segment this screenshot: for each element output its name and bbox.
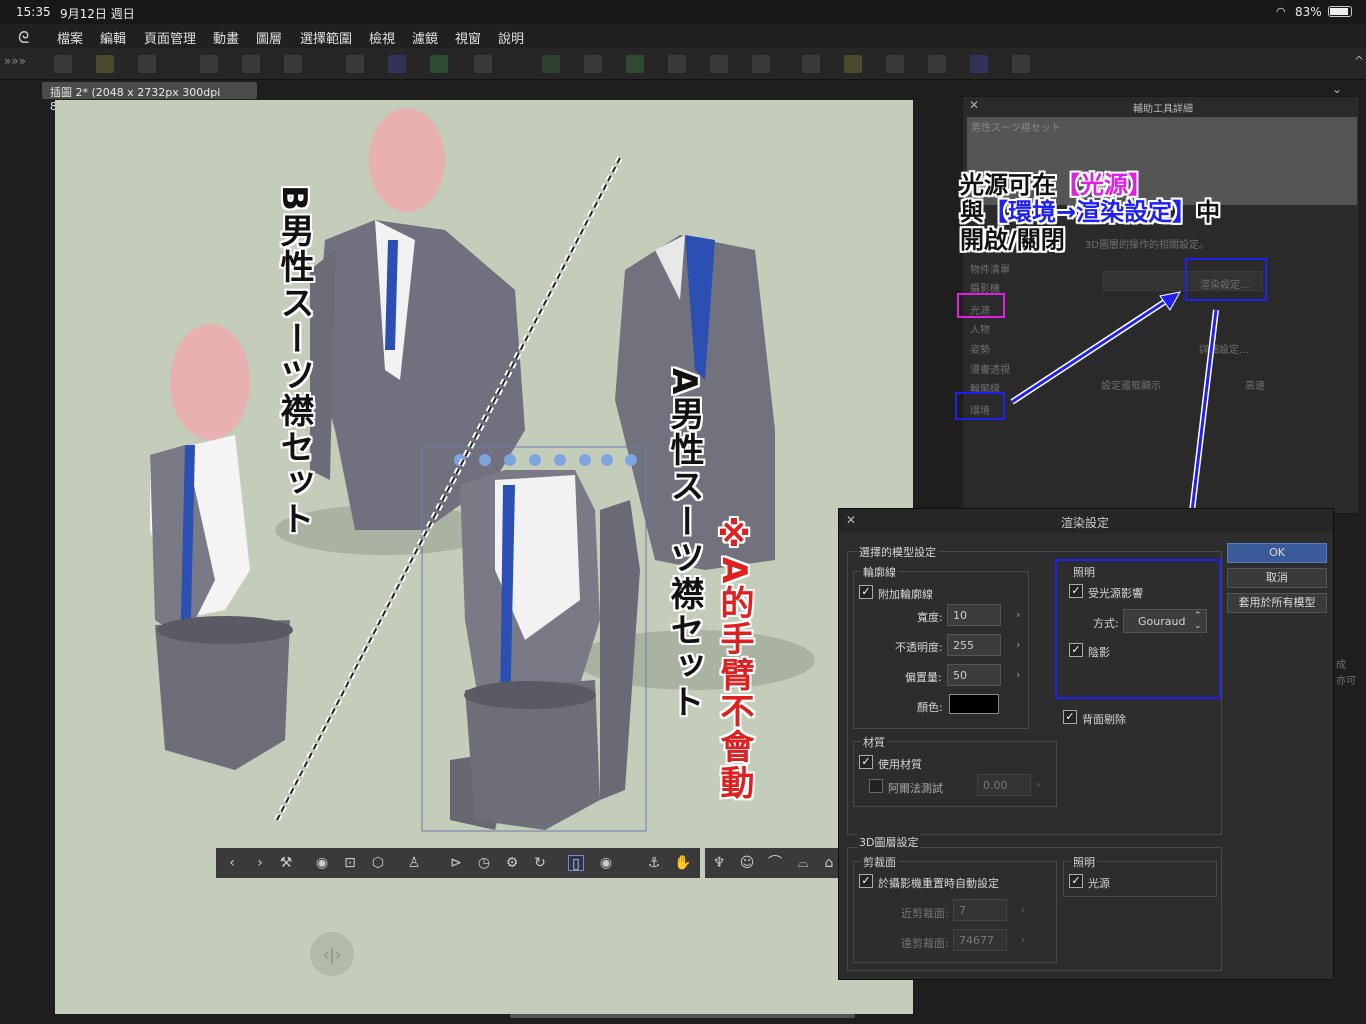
light-source-checkbox[interactable]: ✓ xyxy=(1069,874,1083,888)
chevron-right-icon[interactable]: › xyxy=(1016,668,1020,681)
alpha-test-label: 阿爾法測試 xyxy=(888,782,943,795)
add-outline-label: 附加輪廓線 xyxy=(878,588,933,601)
cancel-button[interactable]: 取消 xyxy=(1227,568,1327,588)
chevron-right-icon[interactable]: › xyxy=(1016,608,1020,621)
close-icon[interactable]: ✕ xyxy=(846,513,856,527)
lighting-label: 照明 xyxy=(1071,564,1097,580)
alpha-test-checkbox[interactable] xyxy=(869,779,883,793)
method-label: 方式: xyxy=(1093,617,1119,630)
near-clip-label: 近剪裁面: xyxy=(901,907,949,920)
method-select[interactable]: Gouraud ⌃ ⌄ xyxy=(1123,609,1207,633)
layer-settings-label: 3D圖層設定 xyxy=(857,834,921,850)
use-material-checkbox[interactable]: ✓ xyxy=(859,755,873,769)
lighting2-label: 照明 xyxy=(1071,854,1097,870)
dialog-title: 渲染設定 xyxy=(1061,516,1110,530)
chevron-right-icon[interactable]: › xyxy=(1021,933,1025,946)
width-input[interactable]: 10 xyxy=(947,604,1001,626)
color-label: 顏色: xyxy=(917,701,943,714)
background-text: 成 xyxy=(1336,660,1346,671)
outline-label: 輪廓線 xyxy=(861,564,898,580)
far-clip-label: 遠剪裁面: xyxy=(901,937,949,950)
clipping-label: 剪裁面 xyxy=(861,854,898,870)
model-settings-label: 選擇的模型設定 xyxy=(857,544,938,560)
backface-label: 背面剔除 xyxy=(1082,713,1126,726)
far-clip-input[interactable]: 74677 xyxy=(953,929,1007,951)
near-clip-input[interactable]: 7 xyxy=(953,899,1007,921)
apply-all-button[interactable]: 套用於所有模型 xyxy=(1227,593,1327,613)
use-material-label: 使用材質 xyxy=(878,758,922,771)
color-swatch[interactable] xyxy=(949,694,999,714)
light-effect-label: 受光源影響 xyxy=(1088,587,1143,600)
chevron-right-icon[interactable]: › xyxy=(1036,778,1040,791)
light-source-label: 光源 xyxy=(1088,877,1110,890)
background-text: 亦可 xyxy=(1336,676,1356,687)
shadow-label: 陰影 xyxy=(1088,646,1110,659)
ok-button[interactable]: OK xyxy=(1227,543,1327,563)
chevron-right-icon[interactable]: › xyxy=(1021,903,1025,916)
chevron-right-icon[interactable]: › xyxy=(1016,638,1020,651)
render-settings-dialog: ✕ 渲染設定 OK 取消 套用於所有模型 選擇的模型設定 輪廓線 ✓ 附加輪廓線… xyxy=(838,508,1334,980)
alpha-value-input[interactable]: 0.00 xyxy=(977,774,1031,796)
opacity-label: 不透明度: xyxy=(895,641,943,654)
backface-checkbox[interactable]: ✓ xyxy=(1063,710,1077,724)
material-label: 材質 xyxy=(861,734,887,750)
auto-clip-label: 於攝影機重置時自動設定 xyxy=(878,877,999,890)
home-indicator xyxy=(510,1014,855,1018)
shadow-checkbox[interactable]: ✓ xyxy=(1069,643,1083,657)
opacity-input[interactable]: 255 xyxy=(947,634,1001,656)
add-outline-checkbox[interactable]: ✓ xyxy=(859,585,873,599)
offset-label: 偏置量: xyxy=(905,671,942,684)
light-effect-checkbox[interactable]: ✓ xyxy=(1069,584,1083,598)
width-label: 寬度: xyxy=(917,611,943,624)
auto-clip-checkbox[interactable]: ✓ xyxy=(859,874,873,888)
stepper-icon: ⌃ ⌄ xyxy=(1194,611,1202,631)
offset-input[interactable]: 50 xyxy=(947,664,1001,686)
